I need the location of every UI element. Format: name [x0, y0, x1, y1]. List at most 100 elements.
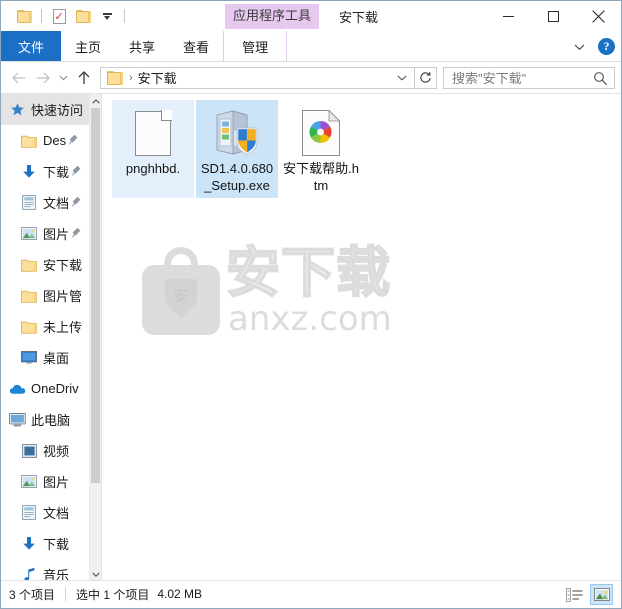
- file-explorer-window: 应用程序工具 安下载 文件 主页 共享 查看 管理 ?: [0, 0, 622, 609]
- close-button[interactable]: [576, 1, 621, 31]
- sidebar-item-6[interactable]: 图片管: [1, 280, 101, 311]
- onedrive-cloud-icon: [7, 383, 27, 395]
- tab-view[interactable]: 查看: [169, 31, 223, 61]
- download-arrow-icon: [19, 536, 39, 551]
- maximize-button[interactable]: [531, 1, 576, 31]
- music-note-icon: [19, 567, 39, 580]
- sidebar-item-label: OneDriv: [31, 381, 79, 396]
- sidebar-item-label: Des: [43, 133, 67, 148]
- window-controls: [486, 1, 621, 31]
- sidebar-item-12[interactable]: 图片: [1, 466, 101, 497]
- sidebar-item-label: 快速访问: [31, 103, 84, 118]
- sidebar-item-2[interactable]: 下载: [1, 156, 101, 187]
- path-folder-icon: [107, 70, 123, 85]
- tab-home[interactable]: 主页: [61, 31, 115, 61]
- ribbon-tab-strip: 文件 主页 共享 查看 管理 ?: [1, 31, 621, 62]
- html-document-icon: [302, 106, 340, 156]
- properties-icon[interactable]: [48, 5, 70, 27]
- watermark-cn-text: 安下载: [225, 241, 391, 304]
- help-icon[interactable]: ?: [598, 38, 615, 55]
- sidebar-item-4[interactable]: 图片: [1, 218, 101, 249]
- watermark-text: 安下载 anxz.com: [225, 241, 392, 339]
- navigation-scrollbar[interactable]: [89, 94, 101, 580]
- navigation-pane: 快速访问 Des 下载 文档 图片 安下载 图片管 未上传 桌面 OneDriv 此电脑 视频 图片 文档…: [1, 94, 101, 580]
- status-bar: 3 个项目 选中 1 个项目 4.02 MB: [1, 580, 621, 607]
- toolbar-divider: [41, 9, 42, 23]
- quick-access-toolbar: [1, 5, 129, 27]
- videos-icon: [19, 443, 39, 458]
- minimize-button[interactable]: [486, 1, 531, 31]
- refresh-button[interactable]: [415, 66, 437, 89]
- desktop-icon: [19, 351, 39, 364]
- documents-icon: [19, 195, 39, 210]
- pin-icon: [72, 226, 81, 241]
- file-item[interactable]: SD1.4.0.680_Setup.exe: [196, 100, 278, 198]
- file-list-pane[interactable]: pnghhbd. SD1.4.0.680_Setup.exe 安下载帮助.htm…: [101, 94, 621, 580]
- installer-shield-icon: [213, 106, 261, 156]
- address-path-box[interactable]: › 安下载: [100, 66, 415, 89]
- blank-page-icon: [135, 106, 172, 156]
- main-area: 快速访问 Des 下载 文档 图片 安下载 图片管 未上传 桌面 OneDriv 此电脑 视频 图片 文档…: [1, 93, 621, 580]
- star-pin-icon: [7, 102, 27, 117]
- sidebar-item-7[interactable]: 未上传: [1, 311, 101, 342]
- tab-manage[interactable]: 管理: [223, 31, 288, 61]
- search-icon[interactable]: [593, 71, 608, 91]
- sidebar-item-14[interactable]: 下载: [1, 528, 101, 559]
- sidebar-item-label: 图片: [43, 475, 70, 490]
- sidebar-item-0[interactable]: 快速访问: [1, 94, 101, 125]
- sidebar-item-label: 下载: [43, 165, 70, 180]
- chevron-up-icon[interactable]: [90, 94, 101, 108]
- sidebar-item-10[interactable]: 此电脑: [1, 404, 101, 435]
- file-name: pnghhbd.: [125, 161, 181, 176]
- tab-share[interactable]: 共享: [115, 31, 169, 61]
- sidebar-item-3[interactable]: 文档: [1, 187, 101, 218]
- sidebar-item-15[interactable]: 音乐: [1, 559, 101, 580]
- sidebar-item-label: 文档: [43, 196, 70, 211]
- chevron-down-icon[interactable]: [568, 36, 590, 58]
- customize-toolbar-caret-icon[interactable]: [96, 5, 118, 27]
- sidebar-item-label: 图片: [43, 227, 70, 242]
- sidebar-item-1[interactable]: Des: [1, 125, 101, 156]
- breadcrumb-item[interactable]: 安下载: [138, 68, 177, 87]
- sidebar-item-8[interactable]: 桌面: [1, 342, 101, 373]
- search-input[interactable]: 搜索"安下载": [443, 66, 615, 91]
- back-button[interactable]: [7, 66, 31, 90]
- documents-icon: [19, 505, 39, 520]
- file-name: 安下载帮助.htm: [283, 161, 359, 193]
- details-view-button[interactable]: [563, 584, 586, 605]
- scrollbar-thumb[interactable]: [91, 108, 100, 483]
- sidebar-item-label: 视频: [43, 444, 70, 459]
- file-name: SD1.4.0.680_Setup.exe: [200, 161, 274, 193]
- new-folder-icon[interactable]: [72, 5, 94, 27]
- sidebar-item-11[interactable]: 视频: [1, 435, 101, 466]
- sidebar-item-13[interactable]: 文档: [1, 497, 101, 528]
- address-bar: › 安下载 搜索"安下载": [1, 62, 621, 93]
- large-icons-view-button[interactable]: [590, 584, 613, 605]
- watermark: 安 安下载 anxz.com: [142, 241, 392, 339]
- folder-icon[interactable]: [13, 5, 35, 27]
- watermark-en-text: anxz.com: [228, 299, 392, 339]
- selection-size: 4.02 MB: [157, 587, 203, 601]
- path-dropdown-caret-icon[interactable]: [397, 68, 407, 88]
- watermark-badge-char: 安: [173, 288, 189, 305]
- contextual-tool-label: 应用程序工具: [225, 3, 320, 29]
- folder-icon: [19, 289, 39, 303]
- recent-locations-caret-icon[interactable]: [55, 66, 72, 90]
- chevron-down-icon[interactable]: [90, 567, 101, 580]
- watermark-bag-icon: 安: [142, 247, 220, 335]
- tab-file[interactable]: 文件: [1, 31, 62, 61]
- this-pc-icon: [7, 412, 27, 427]
- pictures-icon: [19, 227, 39, 240]
- sidebar-item-9[interactable]: OneDriv: [1, 373, 101, 404]
- download-arrow-icon: [19, 164, 39, 179]
- file-item[interactable]: 安下载帮助.htm: [280, 100, 362, 198]
- selection-count: 选中 1 个项目: [76, 587, 150, 602]
- file-item[interactable]: pnghhbd.: [112, 100, 194, 198]
- folder-icon: [19, 258, 39, 272]
- up-button[interactable]: [72, 66, 96, 90]
- search-placeholder: 搜索"安下载": [452, 71, 527, 86]
- sidebar-item-label: 音乐: [43, 568, 70, 580]
- forward-button[interactable]: [31, 66, 55, 90]
- sidebar-item-5[interactable]: 安下载: [1, 249, 101, 280]
- toolbar-divider-2: [124, 9, 125, 23]
